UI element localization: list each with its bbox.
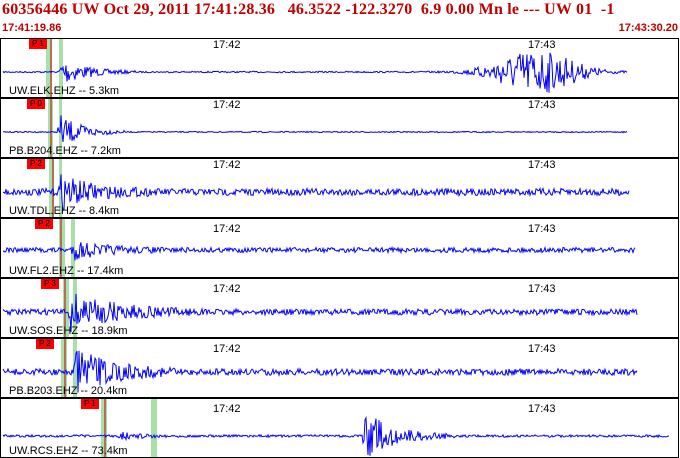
waveform-trace (2, 242, 636, 261)
pick-marker-sos[interactable]: P 3 (41, 279, 59, 289)
tick-label-1743: 17:43 (528, 403, 556, 415)
time-end: 17:43:30.20 (618, 22, 678, 34)
pick-marker-tdl[interactable]: P 2 (27, 159, 45, 169)
waveform-trace (3, 115, 628, 143)
station-label-elk: UW.ELK.EHZ -- 5.3km (9, 85, 120, 97)
tick-label-1743: 17:43 (528, 223, 556, 235)
trace-panel-rcs[interactable]: P 1 17:42 17:43 UW.RCS.EHZ -- 73.4km (0, 398, 679, 458)
tick-label-1742: 17:42 (213, 39, 241, 51)
pick-marker-rcs[interactable]: P 1 (81, 399, 99, 409)
trace-panel-sos[interactable]: P 3 17:42 17:43 UW.SOS.EHZ -- 18.9km (0, 278, 679, 338)
trace-panel-elk[interactable]: P 1 17:42 17:43 UW.ELK.EHZ -- 5.3km (0, 38, 679, 98)
station-label-sos: UW.SOS.EHZ -- 18.9km (9, 325, 128, 337)
trace-panel-b204[interactable]: P 0 17:42 17:43 PB.B204.EHZ -- 7.2km (0, 98, 679, 158)
tick-label-1742: 17:42 (213, 159, 241, 171)
tick-label-1743: 17:43 (528, 343, 556, 355)
pick-marker-b204[interactable]: P 0 (27, 99, 45, 109)
tick-label-1742: 17:42 (213, 343, 241, 355)
tick-label-1743: 17:43 (528, 39, 556, 51)
trace-panel-tdl[interactable]: P 2 17:42 17:43 UW.TDL.EHZ -- 8.4km (0, 158, 679, 218)
pick-marker-elk[interactable]: P 1 (29, 39, 47, 49)
trace-panel-b203[interactable]: P 2 17:42 17:43 PB.B203.EHZ -- 20.4km (0, 338, 679, 398)
analysis-window (151, 399, 157, 457)
time-start: 17:41:19.86 (2, 22, 62, 34)
tick-label-1742: 17:42 (213, 283, 241, 295)
tick-label-1742: 17:42 (213, 403, 241, 415)
event-header: 60356446 UW Oct 29, 2011 17:41:28.36 46.… (2, 1, 615, 18)
tick-label-1743: 17:43 (528, 283, 556, 295)
pick-marker-fl2[interactable]: P 2 (35, 219, 53, 229)
station-label-b203: PB.B203.EHZ -- 20.4km (9, 385, 127, 397)
trace-panel-fl2[interactable]: P 2 17:42 17:43 UW.FL2.EHZ -- 17.4km (0, 218, 679, 278)
tick-label-1743: 17:43 (528, 159, 556, 171)
tick-label-1742: 17:42 (213, 99, 241, 111)
pick-marker-b203[interactable]: P 2 (36, 339, 54, 349)
tick-label-1743: 17:43 (528, 99, 556, 111)
tick-label-1742: 17:42 (213, 223, 241, 235)
station-label-tdl: UW.TDL.EHZ -- 8.4km (9, 205, 120, 217)
trace-stack: P 1 17:42 17:43 UW.ELK.EHZ -- 5.3km P 0 … (0, 38, 680, 458)
station-label-fl2: UW.FL2.EHZ -- 17.4km (9, 265, 124, 277)
station-label-rcs: UW.RCS.EHZ -- 73.4km (9, 445, 128, 457)
station-label-b204: PB.B204.EHZ -- 7.2km (9, 145, 121, 157)
